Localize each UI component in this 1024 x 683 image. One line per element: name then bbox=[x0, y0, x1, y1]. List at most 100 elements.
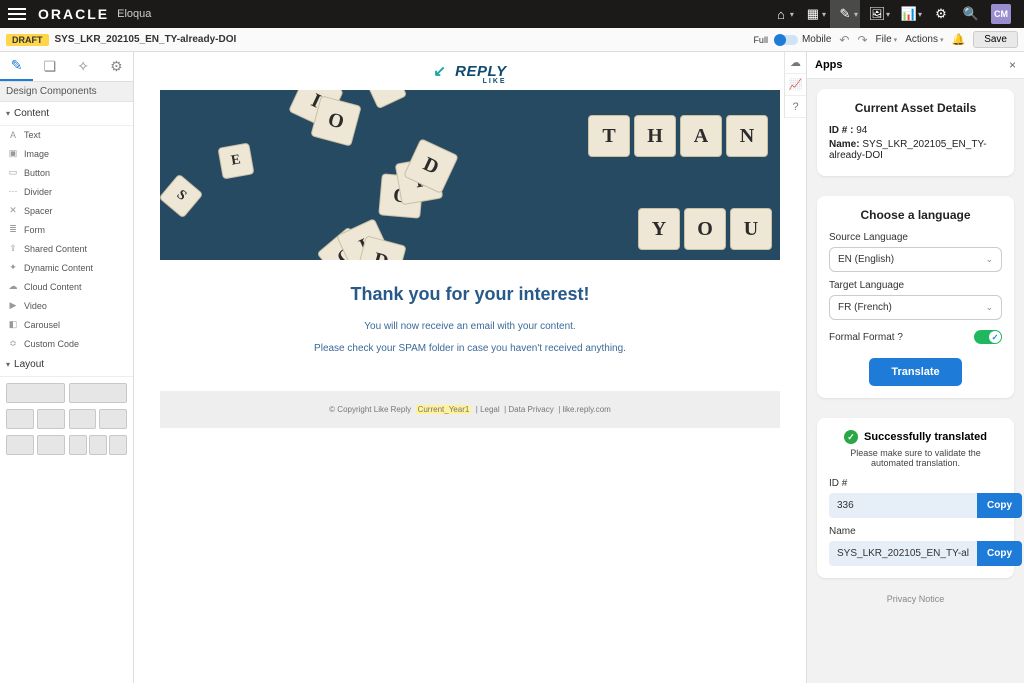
email-headline: Thank you for your interest! bbox=[200, 284, 740, 305]
component-custom-code[interactable]: ≎Custom Code bbox=[0, 334, 133, 353]
chevron-down-icon: ▾ bbox=[790, 10, 794, 19]
source-language-select[interactable]: EN (English)⌄ bbox=[829, 247, 1002, 272]
dynamic-icon: ✦ bbox=[8, 262, 18, 273]
result-id-field[interactable] bbox=[829, 493, 977, 518]
layout-2col-a[interactable] bbox=[6, 409, 34, 429]
footer-domain-link[interactable]: like.reply.com bbox=[563, 405, 611, 414]
design-components-header: Design Components bbox=[0, 82, 133, 102]
tab-settings-icon[interactable]: ⚙ bbox=[100, 52, 133, 81]
email-line1: You will now receive an email with your … bbox=[200, 319, 740, 335]
component-button[interactable]: ▭Button bbox=[0, 163, 133, 182]
close-icon[interactable]: × bbox=[1009, 58, 1016, 72]
component-form[interactable]: ≣Form bbox=[0, 220, 133, 239]
asset-title[interactable]: SYS_LKR_202105_EN_TY-already-DOI bbox=[55, 34, 237, 45]
component-spacer[interactable]: ✕Spacer bbox=[0, 201, 133, 220]
email-brand-row: REPLY LIKE bbox=[160, 56, 780, 90]
component-cloud-content[interactable]: ☁Cloud Content bbox=[0, 277, 133, 296]
content-accordion[interactable]: ▾Content bbox=[0, 102, 133, 126]
view-full-label[interactable]: Full bbox=[753, 35, 768, 45]
component-image[interactable]: ▣Image bbox=[0, 144, 133, 163]
undo-icon[interactable]: ↶ bbox=[839, 33, 849, 47]
component-carousel[interactable]: ◧Carousel bbox=[0, 315, 133, 334]
mobile-toggle[interactable]: Mobile bbox=[776, 34, 831, 45]
draft-badge: DRAFT bbox=[6, 34, 49, 46]
menu-icon[interactable] bbox=[8, 8, 26, 20]
component-dynamic-content[interactable]: ✦Dynamic Content bbox=[0, 258, 133, 277]
component-divider[interactable]: ⋯Divider bbox=[0, 182, 133, 201]
apps-drawer: Apps × Current Asset Details ID # : 94 N… bbox=[806, 52, 1024, 683]
footer-legal-link[interactable]: Legal bbox=[480, 405, 500, 414]
success-status: ✓ Successfully translated bbox=[829, 430, 1002, 444]
canvas-tool-rail: ☁ 📈 ? bbox=[784, 52, 806, 118]
code-icon: ≎ bbox=[8, 338, 18, 349]
divider-icon: ⋯ bbox=[8, 186, 18, 197]
notifications-icon[interactable]: 🔔 bbox=[952, 33, 966, 46]
formal-format-toggle[interactable] bbox=[974, 330, 1002, 344]
translate-button[interactable]: Translate bbox=[869, 358, 961, 386]
redo-icon[interactable]: ↷ bbox=[857, 33, 867, 47]
file-menu[interactable]: File▾ bbox=[876, 34, 898, 45]
user-avatar[interactable]: CM bbox=[986, 0, 1016, 28]
form-icon: ≣ bbox=[8, 224, 18, 235]
image-icon: ▣ bbox=[8, 148, 18, 159]
chevron-down-icon: ▾ bbox=[822, 10, 826, 19]
settings-icon[interactable]: ⚙ bbox=[926, 0, 956, 28]
layout-accordion[interactable]: ▾Layout bbox=[0, 353, 133, 377]
global-navbar: ORACLE Eloqua ⌂▾ ▦▾ ✎▾ 🖼▾ 📊▾ ⚙ 🔍 CM bbox=[0, 0, 1024, 28]
copy-id-button[interactable]: Copy bbox=[977, 493, 1022, 518]
layout-3col[interactable] bbox=[89, 435, 107, 455]
layout-2col-a[interactable] bbox=[37, 409, 65, 429]
success-subtext: Please make sure to validate the automat… bbox=[829, 448, 1002, 468]
actions-menu[interactable]: Actions▾ bbox=[905, 34, 943, 45]
copy-name-button[interactable]: Copy bbox=[977, 541, 1022, 566]
chevron-down-icon: ⌄ bbox=[985, 302, 993, 313]
cloud-tool-icon[interactable]: ☁ bbox=[785, 52, 806, 74]
left-palette: ✎ ❏ ✧ ⚙ Design Components ▾Content AText… bbox=[0, 52, 134, 683]
spacer-icon: ✕ bbox=[8, 205, 18, 216]
component-list: AText ▣Image ▭Button ⋯Divider ✕Spacer ≣F… bbox=[0, 126, 133, 353]
footer-privacy-link[interactable]: Data Privacy bbox=[508, 405, 553, 414]
chevron-down-icon: ▾ bbox=[918, 10, 922, 19]
apps-header: Apps × bbox=[807, 52, 1024, 79]
asset-name-row: Name: SYS_LKR_202105_EN_TY-already-DOI bbox=[829, 139, 1002, 161]
hero-image: S E I O O I D O I D T H A N Y O U bbox=[160, 90, 780, 260]
chart-tool-icon[interactable]: 📈 bbox=[785, 74, 806, 96]
layout-2col-c[interactable] bbox=[6, 435, 34, 455]
chevron-down-icon: ▾ bbox=[886, 10, 890, 19]
source-language-label: Source Language bbox=[829, 232, 1002, 243]
component-video[interactable]: ▶Video bbox=[0, 296, 133, 315]
reply-logo: REPLY LIKE bbox=[433, 62, 506, 85]
component-shared-content[interactable]: ⇪Shared Content bbox=[0, 239, 133, 258]
search-icon[interactable]: 🔍 bbox=[956, 0, 986, 28]
layout-3col[interactable] bbox=[109, 435, 127, 455]
tab-blocks-icon[interactable]: ❏ bbox=[33, 52, 66, 81]
save-button[interactable]: Save bbox=[973, 31, 1018, 48]
result-name-label: Name bbox=[829, 526, 1002, 537]
result-name-field[interactable] bbox=[829, 541, 977, 566]
carousel-icon: ◧ bbox=[8, 319, 18, 330]
check-icon: ✓ bbox=[844, 430, 858, 444]
product-name: Eloqua bbox=[117, 8, 151, 20]
merge-token[interactable]: Current_Year1 bbox=[416, 405, 472, 414]
chevron-down-icon: ▾ bbox=[854, 10, 858, 19]
layout-2col-b[interactable] bbox=[69, 409, 97, 429]
tab-components-icon[interactable]: ✎ bbox=[0, 52, 33, 81]
document-subheader: DRAFT SYS_LKR_202105_EN_TY-already-DOI F… bbox=[0, 28, 1024, 52]
component-text[interactable]: AText bbox=[0, 126, 133, 144]
layout-2col-b[interactable] bbox=[99, 409, 127, 429]
target-language-select[interactable]: FR (French)⌄ bbox=[829, 295, 1002, 320]
email-canvas[interactable]: ☁ 📈 ? REPLY LIKE S E I O O I D O I bbox=[134, 52, 806, 683]
chevron-down-icon: ⌄ bbox=[985, 254, 993, 265]
button-icon: ▭ bbox=[8, 167, 18, 178]
email-document[interactable]: REPLY LIKE S E I O O I D O I D T H A N bbox=[160, 56, 780, 428]
layout-1col[interactable] bbox=[6, 383, 65, 403]
layout-3col[interactable] bbox=[69, 435, 87, 455]
asset-details-heading: Current Asset Details bbox=[829, 101, 1002, 115]
tab-styles-icon[interactable]: ✧ bbox=[67, 52, 100, 81]
privacy-notice-link[interactable]: Privacy Notice bbox=[807, 588, 1024, 614]
help-tool-icon[interactable]: ? bbox=[785, 96, 806, 118]
layout-1col-alt[interactable] bbox=[69, 383, 128, 403]
layout-2col-c[interactable] bbox=[37, 435, 65, 455]
view-mobile-label: Mobile bbox=[802, 34, 831, 45]
email-footer: © Copyright Like Reply Current_Year1 | L… bbox=[160, 391, 780, 428]
